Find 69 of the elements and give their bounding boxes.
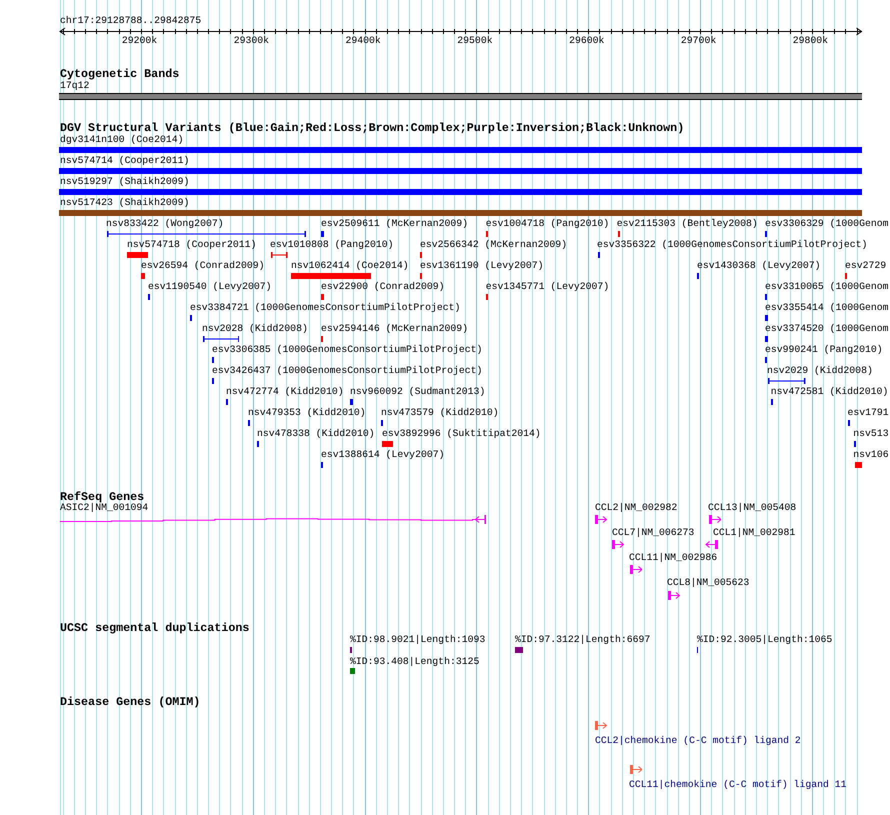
track-title: DGV Structural Variants (Blue:Gain;Red:Loss;Brown:Complex;Purple:Inversion;Black:Unknown): [60, 122, 684, 134]
variant-label: nsv574714 (Cooper2011): [60, 156, 190, 166]
variant-label: nsv574718 (Cooper2011): [127, 240, 256, 250]
track-title: Disease Genes (OMIM): [60, 696, 200, 708]
variant-label: nsv1062414 (Coe2014): [291, 261, 409, 271]
tick-label: 29500k: [457, 36, 493, 46]
gene-label: CCL7|NM_006273: [612, 528, 694, 538]
variant-label: esv1791: [848, 408, 889, 418]
disease-gene-label: CCL2|chemokine (C-C motif) ligand 2: [595, 736, 801, 746]
variant-label: esv22900 (Conrad2009): [321, 282, 444, 292]
variant-label: esv3306329 (1000Genom: [765, 219, 888, 229]
variant-label: esv3374520 (1000Genom: [765, 324, 888, 334]
variant-label: esv1004718 (Pang2010): [486, 219, 610, 229]
variant-label: esv3892996 (Suktitipat2014): [382, 429, 541, 439]
variant-label: nsv472774 (Kidd2010): [226, 387, 344, 397]
gene-label: CCL8|NM_005623: [667, 578, 750, 588]
variant-label: nsv479353 (Kidd2010): [248, 408, 366, 418]
variant-label: nsv106: [853, 450, 889, 460]
variant-label: nsv2028 (Kidd2008): [202, 324, 308, 334]
track-title: UCSC segmental duplications: [60, 622, 250, 634]
variant-label: esv3306385 (1000GenomesConsortiumPilotProject): [212, 345, 482, 355]
variant-label: nsv472581 (Kidd2010): [770, 387, 888, 397]
duplication-label: %ID:98.9021|Length:1093: [350, 635, 486, 645]
variant-label: nsv2029 (Kidd2008): [767, 366, 873, 376]
duplication-label: %ID:97.3122|Length:6697: [515, 635, 650, 645]
variant-label: esv2115303 (Bentley2008): [616, 219, 758, 229]
tick-label: 29600k: [569, 36, 604, 46]
variant-label: nsv960092 (Sudmant2013): [350, 387, 486, 397]
variant-label: esv3355414 (1000Genom: [765, 303, 888, 313]
variant-label: esv1190540 (Levy2007): [148, 282, 272, 292]
gene-label: CCL2|NM_002982: [595, 502, 678, 512]
gene-label: CCL11|NM_002986: [629, 552, 718, 563]
variant-label: esv1388614 (Levy2007): [321, 450, 444, 460]
tick-label: 29200k: [122, 36, 158, 46]
variant-label: esv1361190 (Levy2007): [420, 261, 544, 271]
tick-label: 29300k: [234, 36, 269, 46]
variant-label: esv3310065 (1000Genom: [765, 282, 888, 292]
variant-label: esv2509611 (McKernan2009): [321, 219, 468, 229]
variant-label: nsv473579 (Kidd2010): [381, 408, 499, 418]
variant-label: esv2566342 (McKernan2009): [420, 240, 567, 250]
variant-label: esv1430368 (Levy2007): [697, 261, 820, 271]
variant-label: nsv833422 (Wong2007): [106, 219, 224, 229]
tick-label: 29400k: [346, 36, 381, 46]
track-title: RefSeq Genes: [60, 491, 144, 503]
variant-label: esv2729: [845, 261, 886, 271]
variant-label: esv1345771 (Levy2007): [486, 282, 610, 292]
variant-label: esv3384721 (1000GenomesConsortiumPilotProject): [190, 303, 460, 313]
tick-label: 29800k: [792, 36, 828, 46]
disease-gene-label: CCL11|chemokine (C-C motif) ligand 11: [629, 780, 847, 790]
track-title: Cytogenetic Bands: [60, 68, 180, 80]
position-label: chr17:29128788..29842875: [60, 16, 202, 26]
variant-label: nsv513: [853, 429, 889, 439]
duplication-label: %ID:93.408|Length:3125: [350, 656, 480, 666]
variant-label: nsv517423 (Shaikh2009): [60, 198, 190, 208]
variant-label: esv2594146 (McKernan2009): [321, 324, 468, 334]
gene-label: CCL1|NM_002981: [713, 528, 796, 538]
variant-label: esv26594 (Conrad2009): [141, 261, 264, 271]
band-label: 17q12: [60, 81, 90, 91]
tick-label: 29700k: [680, 36, 716, 46]
variant-label: nsv519297 (Shaikh2009): [60, 177, 190, 187]
duplication-label: %ID:92.3005|Length:1065: [697, 635, 832, 645]
variant-label: esv990241 (Pang2010): [765, 345, 883, 355]
variant-label: nsv478338 (Kidd2010): [257, 429, 375, 439]
variant-label: esv1010808 (Pang2010): [270, 240, 394, 250]
gene-label: CCL13|NM_005408: [708, 502, 796, 512]
variant-label: dgv3141n100 (Coe2014): [60, 135, 184, 145]
variant-label: esv3356322 (1000GenomesConsortiumPilotProject): [597, 240, 868, 250]
gene-label: ASIC2|NM_001094: [60, 502, 148, 512]
variant-label: esv3426437 (1000GenomesConsortiumPilotProject): [212, 366, 482, 376]
